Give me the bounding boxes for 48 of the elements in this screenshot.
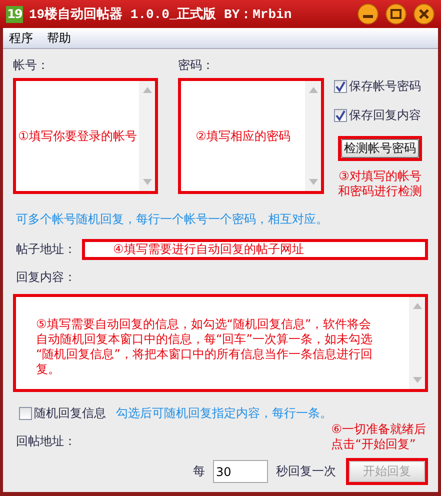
annotation-text: 自动随机回复本窗口中的信息，每“回车”一次算一条，如未勾选 bbox=[36, 332, 372, 347]
field-label: 回复内容： bbox=[16, 270, 76, 284]
annotation-text: “随机回复信息”，将把本窗口中的所有信息当作一条信息进行回 bbox=[36, 347, 372, 362]
annotation-text: ⑥一切准备就绪后 bbox=[331, 422, 426, 437]
scroll-up-icon[interactable] bbox=[142, 87, 152, 93]
scrollbar[interactable] bbox=[139, 81, 155, 191]
checkbox-label: 随机回复信息 bbox=[34, 405, 106, 422]
annotation-text: ①填写你要登录的帐号 bbox=[18, 128, 137, 144]
checkbox[interactable] bbox=[334, 80, 347, 93]
annotation-text: 点击“开始回复” bbox=[331, 437, 416, 452]
field-label: 秒回复一次 bbox=[276, 463, 336, 480]
menu-item[interactable]: 程序 bbox=[9, 30, 33, 46]
scroll-down-icon[interactable] bbox=[308, 179, 318, 185]
annotation-text: ④填写需要进行自动回复的帖子网址 bbox=[113, 242, 304, 257]
reply-field[interactable]: ⑤填写需要自动回复的信息，如勾选“随机回复信息”，软件将会 自动随机回复本窗口中的信息，每“回车”一次算一条，如未勾选 “随机回复信息”，将把本窗口中的所有信息当作一条信息进行回 复。 bbox=[16, 297, 425, 389]
checkbox[interactable] bbox=[19, 407, 32, 420]
field-label: 帐号： bbox=[13, 57, 50, 74]
url-field[interactable]: ④填写需要进行自动回复的帖子网址 bbox=[85, 242, 425, 257]
annotation-text: 复。 bbox=[36, 362, 60, 377]
checkbox-label: 保存帐号密码 bbox=[349, 78, 421, 95]
scrollbar[interactable] bbox=[409, 297, 425, 389]
maximize-button[interactable] bbox=[385, 3, 407, 25]
check-account-button[interactable]: 检测帐号密码 bbox=[341, 139, 419, 158]
hint-text: 勾选后可随机回复指定内容，每行一条。 bbox=[116, 405, 332, 422]
checkbox[interactable] bbox=[334, 109, 347, 122]
window-title: 19楼自动回帖器 1.0.0_正式版 BY：Mrbin bbox=[29, 6, 293, 23]
annotation-text: 和密码进行检测 bbox=[338, 184, 422, 199]
close-button[interactable] bbox=[413, 3, 435, 25]
field-label: 密码： bbox=[178, 57, 215, 74]
password-field[interactable]: ②填写相应的密码 bbox=[181, 81, 321, 191]
account-field[interactable]: ①填写你要登录的帐号 bbox=[16, 81, 155, 191]
interval-field[interactable]: 30 bbox=[213, 460, 268, 483]
field-label: 回帖地址： bbox=[16, 433, 76, 450]
scroll-down-icon[interactable] bbox=[142, 179, 152, 185]
checkbox-label: 保存回复内容 bbox=[349, 107, 421, 124]
scrollbar[interactable] bbox=[305, 81, 321, 191]
annotation-text: ⑤填写需要自动回复的信息，如勾选“随机回复信息”，软件将会 bbox=[36, 317, 372, 332]
app-logo: 19 bbox=[6, 6, 23, 22]
hint-text: 可多个帐号随机回复，每行一个帐号一个密码，相互对应。 bbox=[16, 212, 328, 226]
field-label: 每 bbox=[193, 463, 205, 480]
annotation-text: ②填写相应的密码 bbox=[196, 128, 290, 144]
scroll-up-icon[interactable] bbox=[412, 303, 422, 309]
field-label: 帖子地址： bbox=[16, 241, 77, 258]
scroll-down-icon[interactable] bbox=[412, 377, 422, 383]
menu-item[interactable]: 帮助 bbox=[47, 30, 71, 46]
minimize-button[interactable] bbox=[357, 3, 379, 25]
scroll-up-icon[interactable] bbox=[308, 87, 318, 93]
annotation-text: ③对填写的帐号 bbox=[338, 169, 422, 184]
